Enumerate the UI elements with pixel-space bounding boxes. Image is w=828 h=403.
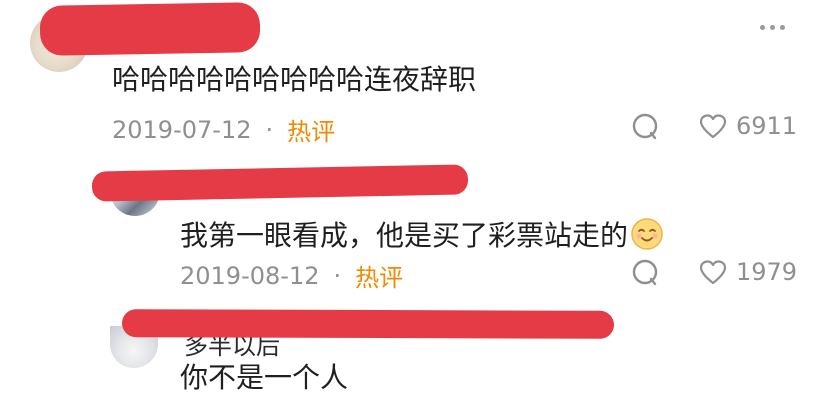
comment-date: 2019-08-12 (180, 261, 320, 290)
smiling-face-emoji (630, 217, 664, 258)
comment-bubble-icon[interactable] (630, 258, 660, 288)
comment-text: 你不是一个人 (180, 361, 349, 394)
redacted-username (39, 2, 261, 56)
like-count: 6911 (736, 112, 798, 140)
comment-meta: 2019-08-12 · 热评 (180, 258, 403, 293)
redacted-username (91, 164, 469, 202)
comment-date: 2019-07-12 (112, 115, 252, 144)
hot-comment-badge: 热评 (355, 264, 404, 292)
like-count: 1979 (736, 258, 798, 286)
heart-icon[interactable] (698, 112, 728, 142)
meta-separator: · (265, 115, 274, 144)
comment-meta: 2019-07-12 · 热评 (112, 112, 335, 147)
hot-comment-badge: 热评 (287, 118, 336, 146)
heart-icon[interactable] (698, 258, 728, 288)
comment-text: 我第一眼看成，他是买了彩票站走的 (180, 214, 664, 258)
more-icon[interactable] (760, 18, 790, 36)
comment-text: 哈哈哈哈哈哈哈哈哈连夜辞职 (112, 63, 477, 96)
comment-text-body: 我第一眼看成，他是买了彩票站走的 (180, 219, 629, 252)
meta-separator: · (333, 261, 342, 290)
redacted-username (121, 309, 615, 339)
comment-bubble-icon[interactable] (630, 112, 660, 142)
